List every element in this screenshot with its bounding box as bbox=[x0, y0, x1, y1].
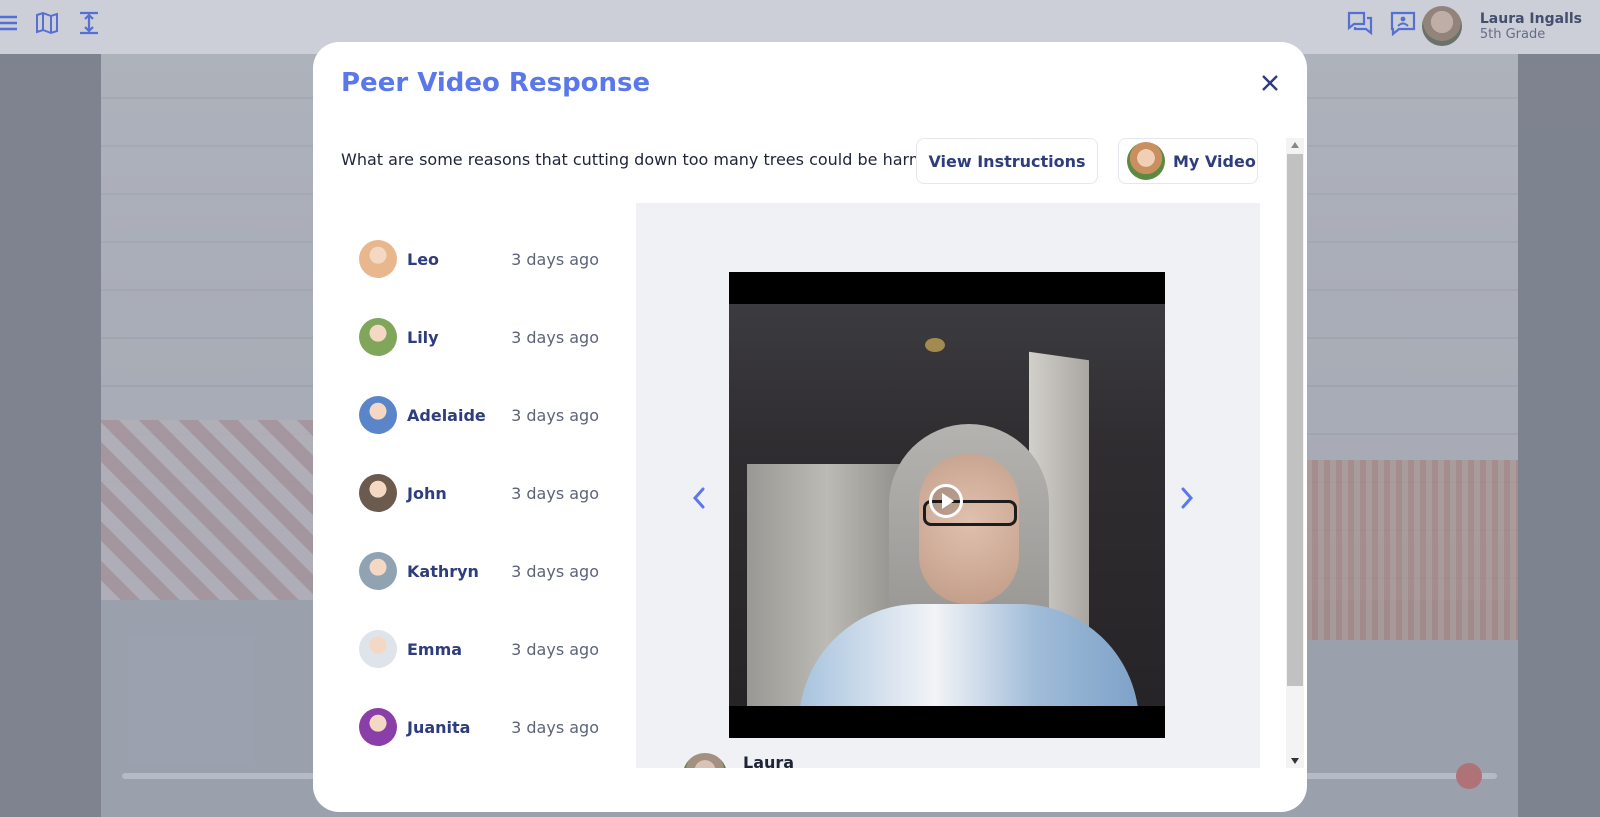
peer-time: 3 days ago bbox=[511, 639, 599, 659]
peer-name[interactable]: Leo bbox=[407, 250, 511, 269]
peer-video-modal: Peer Video Response What are some reason… bbox=[313, 42, 1307, 812]
peer-time: 3 days ago bbox=[511, 483, 599, 503]
peer-avatar bbox=[359, 474, 397, 512]
peer-time: 3 days ago bbox=[511, 405, 599, 425]
video-owner-name: Laura bbox=[743, 753, 795, 768]
peer-name[interactable]: Kathryn bbox=[407, 562, 511, 581]
question-text: What are some reasons that cutting down … bbox=[341, 150, 954, 169]
peer-row[interactable]: Kathryn 3 days ago bbox=[341, 548, 599, 594]
video-owner-avatar bbox=[683, 753, 727, 768]
scrollbar-thumb[interactable] bbox=[1287, 154, 1303, 686]
peer-list: Leo 3 days ago Lily 3 days ago Adelaide … bbox=[341, 212, 622, 768]
scroll-down-icon[interactable] bbox=[1291, 758, 1299, 764]
peer-name[interactable]: Lily bbox=[407, 328, 511, 347]
view-instructions-button[interactable]: View Instructions bbox=[916, 138, 1098, 184]
close-button[interactable] bbox=[1255, 68, 1285, 98]
peer-row[interactable]: Emma 3 days ago bbox=[341, 626, 599, 672]
peer-row[interactable]: Lily 3 days ago bbox=[341, 314, 599, 360]
video-lamp bbox=[925, 338, 945, 352]
peer-name[interactable]: Emma bbox=[407, 640, 511, 659]
peer-avatar bbox=[359, 396, 397, 434]
video-person-face bbox=[919, 454, 1019, 604]
peer-avatar bbox=[359, 630, 397, 668]
peer-avatar bbox=[359, 552, 397, 590]
chevron-left-icon[interactable] bbox=[689, 485, 709, 511]
peer-row[interactable]: Leo 3 days ago bbox=[341, 236, 599, 282]
close-icon bbox=[1262, 75, 1278, 91]
my-avatar bbox=[1127, 142, 1165, 180]
video-player[interactable] bbox=[729, 272, 1165, 738]
my-video-label: My Video bbox=[1173, 151, 1256, 171]
peer-avatar bbox=[359, 240, 397, 278]
modal-scrollbar[interactable] bbox=[1286, 138, 1304, 768]
play-icon bbox=[941, 493, 954, 509]
peer-row[interactable]: Juanita 3 days ago bbox=[341, 704, 599, 750]
play-button[interactable] bbox=[929, 484, 963, 518]
peer-time: 3 days ago bbox=[511, 561, 599, 581]
peer-name[interactable]: Juanita bbox=[407, 718, 511, 737]
peer-name[interactable]: Adelaide bbox=[407, 406, 511, 425]
peer-row[interactable]: John 3 days ago bbox=[341, 470, 599, 516]
chevron-right-icon[interactable] bbox=[1177, 485, 1197, 511]
peer-avatar bbox=[359, 318, 397, 356]
peer-row[interactable]: Adelaide 3 days ago bbox=[341, 392, 599, 438]
modal-title: Peer Video Response bbox=[341, 68, 651, 98]
scroll-up-icon[interactable] bbox=[1291, 142, 1299, 148]
peer-name[interactable]: John bbox=[407, 484, 511, 503]
video-panel: Laura bbox=[636, 203, 1260, 768]
peer-time: 3 days ago bbox=[511, 717, 599, 737]
peer-time: 3 days ago bbox=[511, 327, 599, 347]
peer-avatar bbox=[359, 708, 397, 746]
peer-time: 3 days ago bbox=[511, 249, 599, 269]
my-video-button[interactable]: My Video bbox=[1118, 138, 1258, 184]
